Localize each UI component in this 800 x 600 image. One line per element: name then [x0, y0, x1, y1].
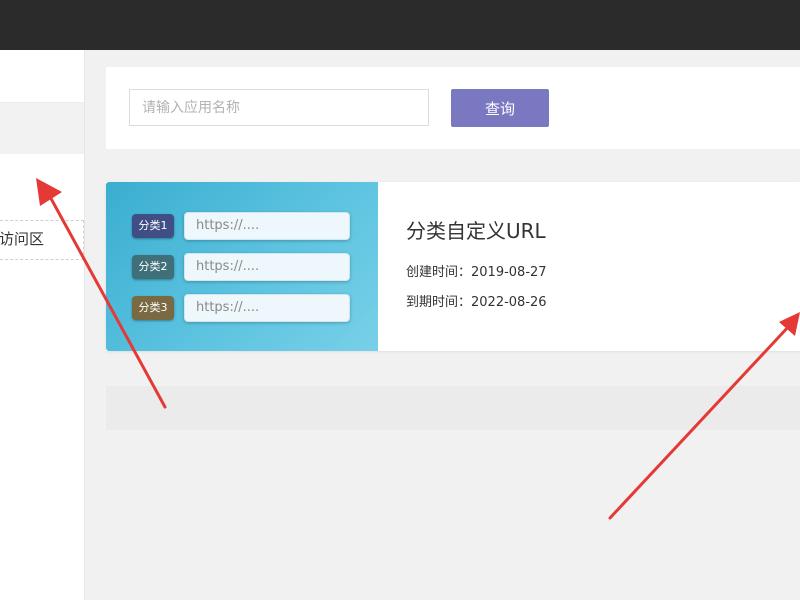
- app-card[interactable]: 分类1 https://.... 分类2 https://.... 分类3 ht…: [106, 182, 800, 351]
- top-bar: [0, 0, 800, 50]
- sidebar: 心 用 线 建访问区: [0, 50, 85, 600]
- thumbnail-row: 分类1 https://....: [132, 212, 352, 240]
- url-box: https://....: [184, 212, 350, 240]
- app-title[interactable]: 分类自定义URL: [406, 215, 546, 244]
- expiry-date: 到期时间：2022-08-26: [406, 295, 547, 310]
- category-badge: 分类1: [132, 214, 174, 238]
- sidebar-item-create-access-zone[interactable]: 建访问区: [0, 220, 84, 260]
- sidebar-item-online[interactable]: 线: [0, 154, 84, 206]
- search-panel: 查询: [106, 67, 800, 149]
- sidebar-item-label: 建访问区: [0, 230, 45, 248]
- empty-panel: [106, 386, 800, 430]
- url-box: https://....: [184, 294, 350, 322]
- search-input[interactable]: [129, 89, 429, 126]
- category-badge: 分类2: [132, 255, 174, 279]
- search-button[interactable]: 查询: [451, 89, 549, 127]
- created-date: 创建时间：2019-08-27: [406, 265, 547, 280]
- app-thumbnail[interactable]: 分类1 https://.... 分类2 https://.... 分类3 ht…: [106, 182, 378, 351]
- category-badge: 分类3: [132, 296, 174, 320]
- url-box: https://....: [184, 253, 350, 281]
- thumbnail-row: 分类2 https://....: [132, 253, 352, 281]
- sidebar-item-apps[interactable]: 用: [0, 102, 84, 156]
- thumbnail-row: 分类3 https://....: [132, 294, 352, 322]
- sidebar-item-center[interactable]: 心: [0, 50, 84, 102]
